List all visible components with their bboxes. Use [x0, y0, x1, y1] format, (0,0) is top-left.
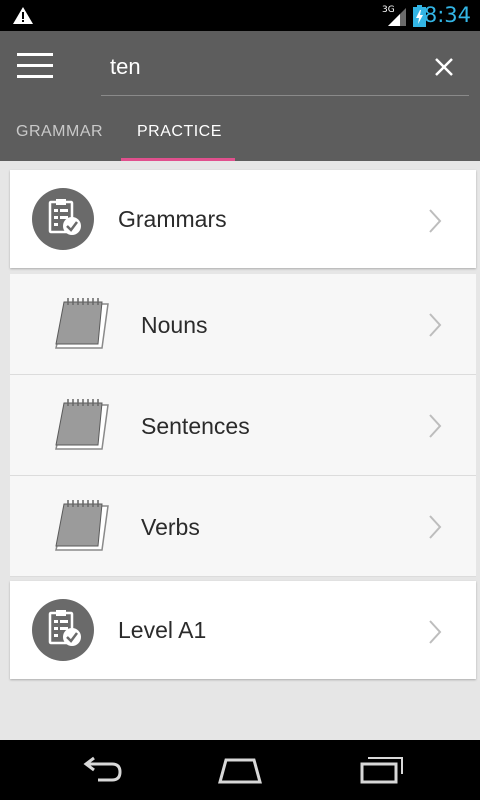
notepad-icon: [55, 500, 109, 551]
list-item-level-a1[interactable]: Level A1: [10, 581, 476, 679]
chevron-right-icon: [429, 515, 442, 539]
signal-icon: [388, 8, 406, 26]
chevron-right-icon: [429, 620, 442, 644]
menu-icon-bar: [17, 75, 53, 78]
tab-indicator: [121, 158, 235, 161]
list-item-nouns[interactable]: Nouns: [10, 274, 476, 375]
status-bar: 3G 8:34: [0, 0, 480, 31]
list-item-grammars[interactable]: Grammars: [10, 170, 476, 268]
chevron-right-icon: [429, 313, 442, 337]
list-item-label: Level A1: [118, 617, 207, 643]
menu-icon-bar: [17, 64, 53, 67]
clipboard-check-icon: [32, 188, 94, 250]
app-bar: GRAMMAR PRACTICE: [0, 31, 480, 161]
list-item-verbs[interactable]: Verbs: [10, 476, 476, 577]
list-item-label: Sentences: [141, 413, 250, 439]
home-icon[interactable]: [216, 754, 264, 784]
clipboard-check-icon: [32, 599, 94, 661]
status-time: 8:34: [423, 3, 471, 27]
close-icon[interactable]: [430, 53, 458, 81]
list-item-sentences[interactable]: Sentences: [10, 375, 476, 476]
tab-bar: GRAMMAR PRACTICE: [0, 117, 480, 161]
tab-practice[interactable]: PRACTICE: [137, 123, 222, 141]
search-underline: [101, 95, 469, 96]
warning-icon: [13, 7, 33, 24]
search-input[interactable]: [110, 53, 410, 81]
notepad-icon: [55, 399, 109, 450]
back-icon[interactable]: [78, 754, 122, 784]
tab-grammar[interactable]: GRAMMAR: [16, 123, 103, 141]
recent-apps-icon[interactable]: [358, 754, 404, 784]
list-item-label: Verbs: [141, 514, 200, 540]
menu-icon-bar: [17, 53, 53, 56]
chevron-right-icon: [429, 209, 442, 233]
notepad-icon: [55, 298, 109, 349]
menu-button[interactable]: [17, 53, 53, 79]
chevron-right-icon: [429, 414, 442, 438]
list-item-label: Grammars: [118, 206, 227, 232]
list-item-label: Nouns: [141, 312, 208, 338]
navigation-bar: [0, 740, 480, 800]
